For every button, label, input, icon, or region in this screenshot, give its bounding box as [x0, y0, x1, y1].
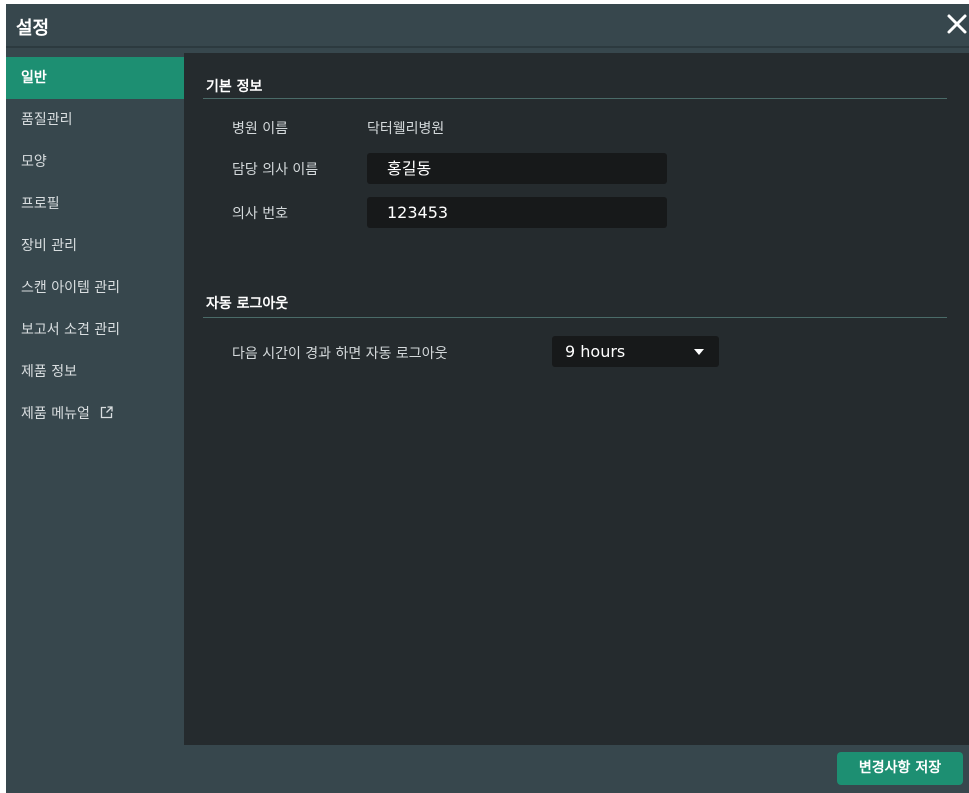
dialog-title: 설정 [16, 18, 50, 39]
sidebar-item-scan-items[interactable]: 스캔 아이템 관리 [6, 267, 184, 309]
doctor-number-field[interactable]: 123453 [367, 197, 667, 228]
sidebar-item-appearance[interactable]: 모양 [6, 141, 184, 183]
doctor-name-label: 담당 의사 이름 [232, 162, 319, 178]
sidebar-item-report-findings[interactable]: 보고서 소견 관리 [6, 309, 184, 351]
auto-logout-title: 자동 로그아웃 [206, 296, 289, 312]
sidebar-item-label: 모양 [21, 154, 47, 170]
sidebar-item-label: 제품 정보 [21, 364, 77, 380]
doctor-name-field[interactable]: 홍길동 [367, 153, 667, 184]
auto-logout-label: 다음 시간이 경과 하면 자동 로그아웃 [232, 346, 448, 362]
sidebar-item-general[interactable]: 일반 [6, 57, 184, 99]
sidebar-item-profile[interactable]: 프로필 [6, 183, 184, 225]
hospital-name-value: 닥터웰리병원 [367, 121, 445, 137]
external-link-icon [100, 394, 113, 419]
sidebar-item-label: 장비 관리 [21, 238, 77, 254]
sidebar-item-product-manual[interactable]: 제품 메뉴얼 [6, 393, 184, 435]
sidebar-item-equipment[interactable]: 장비 관리 [6, 225, 184, 267]
sidebar-item-label: 품질관리 [21, 112, 73, 128]
settings-dialog: 설정 일반 품질관리 모양 프로필 장비 관리 스캔 아이템 관리 보고서 소견… [6, 4, 969, 793]
title-bar: 설정 [6, 4, 969, 48]
sidebar-item-label: 제품 메뉴얼 [21, 406, 90, 422]
sidebar-item-label: 프로필 [21, 196, 60, 212]
auto-logout-selected-value: 9 hours [565, 342, 626, 361]
sidebar-item-product-info[interactable]: 제품 정보 [6, 351, 184, 393]
hospital-name-label: 병원 이름 [232, 121, 288, 137]
sidebar-item-label: 일반 [21, 70, 47, 86]
chevron-down-icon [694, 349, 704, 355]
close-icon[interactable] [943, 10, 969, 38]
section-divider [203, 98, 947, 99]
sidebar-item-label: 보고서 소견 관리 [21, 322, 121, 338]
doctor-number-label: 의사 번호 [232, 206, 288, 222]
section-divider [203, 317, 947, 318]
save-changes-button[interactable]: 변경사항 저장 [837, 752, 963, 785]
sidebar-item-quality-control[interactable]: 품질관리 [6, 99, 184, 141]
basic-info-title: 기본 정보 [206, 79, 263, 95]
sidebar: 일반 품질관리 모양 프로필 장비 관리 스캔 아이템 관리 보고서 소견 관리… [6, 57, 184, 435]
settings-content: 기본 정보 병원 이름 닥터웰리병원 담당 의사 이름 홍길동 의사 번호 12… [184, 53, 969, 745]
sidebar-item-label: 스캔 아이템 관리 [21, 280, 121, 296]
auto-logout-select[interactable]: 9 hours [552, 336, 719, 367]
